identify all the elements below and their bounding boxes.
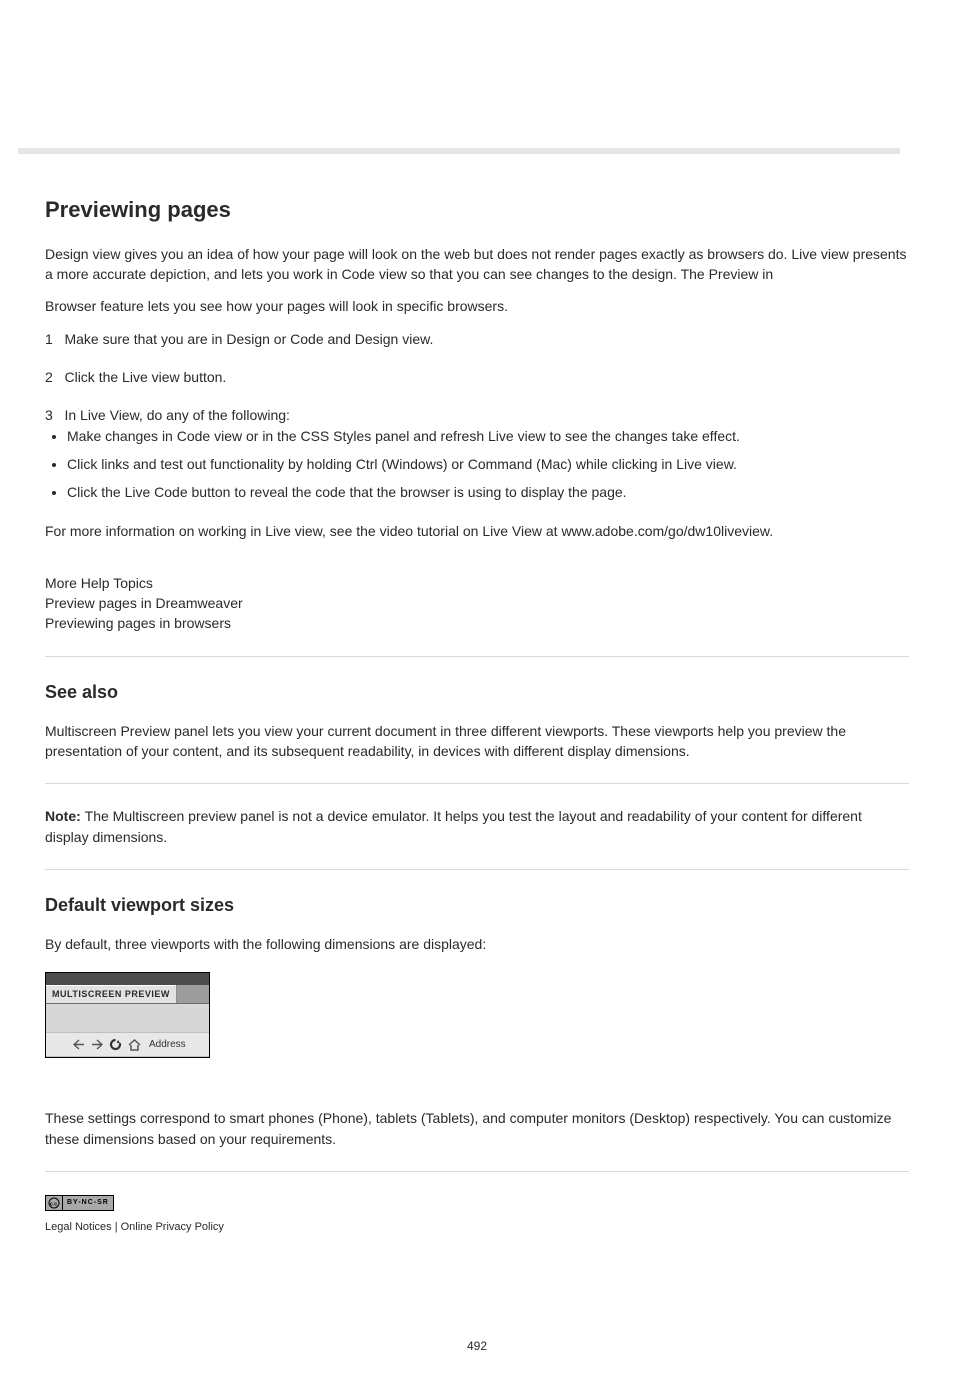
tab-multiscreen-preview[interactable]: MULTISCREEN PREVIEW — [46, 985, 177, 1003]
step-3-lead: In Live View, do any of the following: — [64, 407, 289, 423]
viewport-p1: By default, three viewports with the fol… — [45, 934, 909, 954]
list-item: Click the Live Code button to reveal the… — [67, 482, 909, 502]
step-1: 1 Make sure that you are in Design or Co… — [45, 329, 909, 349]
section-rule — [45, 656, 909, 657]
step-3-followup: For more information on working in Live … — [45, 521, 909, 541]
viewport-title: Default viewport sizes — [45, 892, 909, 918]
note-paragraph: Note: The Multiscreen preview panel is n… — [45, 806, 909, 847]
list-item: Click links and test out functionality b… — [67, 454, 909, 474]
multiscreen-preview-panel: MULTISCREEN PREVIEW Address — [45, 972, 210, 1058]
cc-label: BY-NC-SR — [62, 1196, 113, 1210]
section-rule — [45, 783, 909, 784]
page-number: 492 — [0, 1338, 954, 1355]
cc-badge: cc BY-NC-SR — [45, 1195, 114, 1211]
viewport-p2: These settings correspond to smart phone… — [45, 1108, 909, 1149]
refresh-icon[interactable] — [109, 1038, 122, 1051]
address-label: Address — [149, 1038, 186, 1053]
svg-text:cc: cc — [50, 1201, 58, 1207]
see-also-text: Multiscreen Preview panel lets you view … — [45, 721, 909, 762]
help-link[interactable]: Previewing pages in browsers — [45, 613, 909, 633]
step-2-num: 2 — [45, 369, 53, 385]
intro-paragraph-1: Design view gives you an idea of how you… — [45, 244, 909, 285]
page: Previewing pages Design view gives you a… — [0, 148, 954, 1383]
help-links-block: More Help Topics Preview pages in Dreamw… — [45, 573, 909, 634]
step-3-list: Make changes in Code view or in the CSS … — [45, 426, 909, 503]
step-3-num: 3 — [45, 407, 53, 423]
note-text: The Multiscreen preview panel is not a d… — [45, 808, 862, 844]
section-rule — [45, 1171, 909, 1172]
see-also-title: See also — [45, 679, 909, 705]
cc-icon: cc — [46, 1196, 62, 1210]
step-1-num: 1 — [45, 331, 53, 347]
panel-body — [46, 1004, 209, 1032]
step-2-text: Click the Live view button. — [64, 369, 226, 385]
panel-tab-rest — [177, 985, 209, 1003]
forward-icon[interactable] — [91, 1039, 103, 1050]
step-1-text: Make sure that you are in Design or Code… — [64, 331, 433, 347]
home-icon[interactable] — [128, 1039, 141, 1051]
top-rule — [18, 148, 900, 154]
step-2: 2 Click the Live view button. — [45, 367, 909, 387]
panel-titlebar — [46, 973, 209, 985]
step-3: 3 In Live View, do any of the following:… — [45, 405, 909, 540]
article-title: Previewing pages — [45, 194, 909, 226]
footer-links[interactable]: Legal Notices | Online Privacy Policy — [45, 1220, 909, 1236]
back-icon[interactable] — [73, 1039, 85, 1050]
help-link[interactable]: Preview pages in Dreamweaver — [45, 593, 909, 613]
list-item: Make changes in Code view or in the CSS … — [67, 426, 909, 446]
intro-paragraph-2: Browser feature lets you see how your pa… — [45, 296, 909, 316]
panel-tab-row: MULTISCREEN PREVIEW — [46, 985, 209, 1004]
note-label: Note: — [45, 808, 85, 824]
panel-toolbar: Address — [46, 1032, 209, 1057]
section-rule — [45, 869, 909, 870]
help-links-label: More Help Topics — [45, 573, 909, 593]
